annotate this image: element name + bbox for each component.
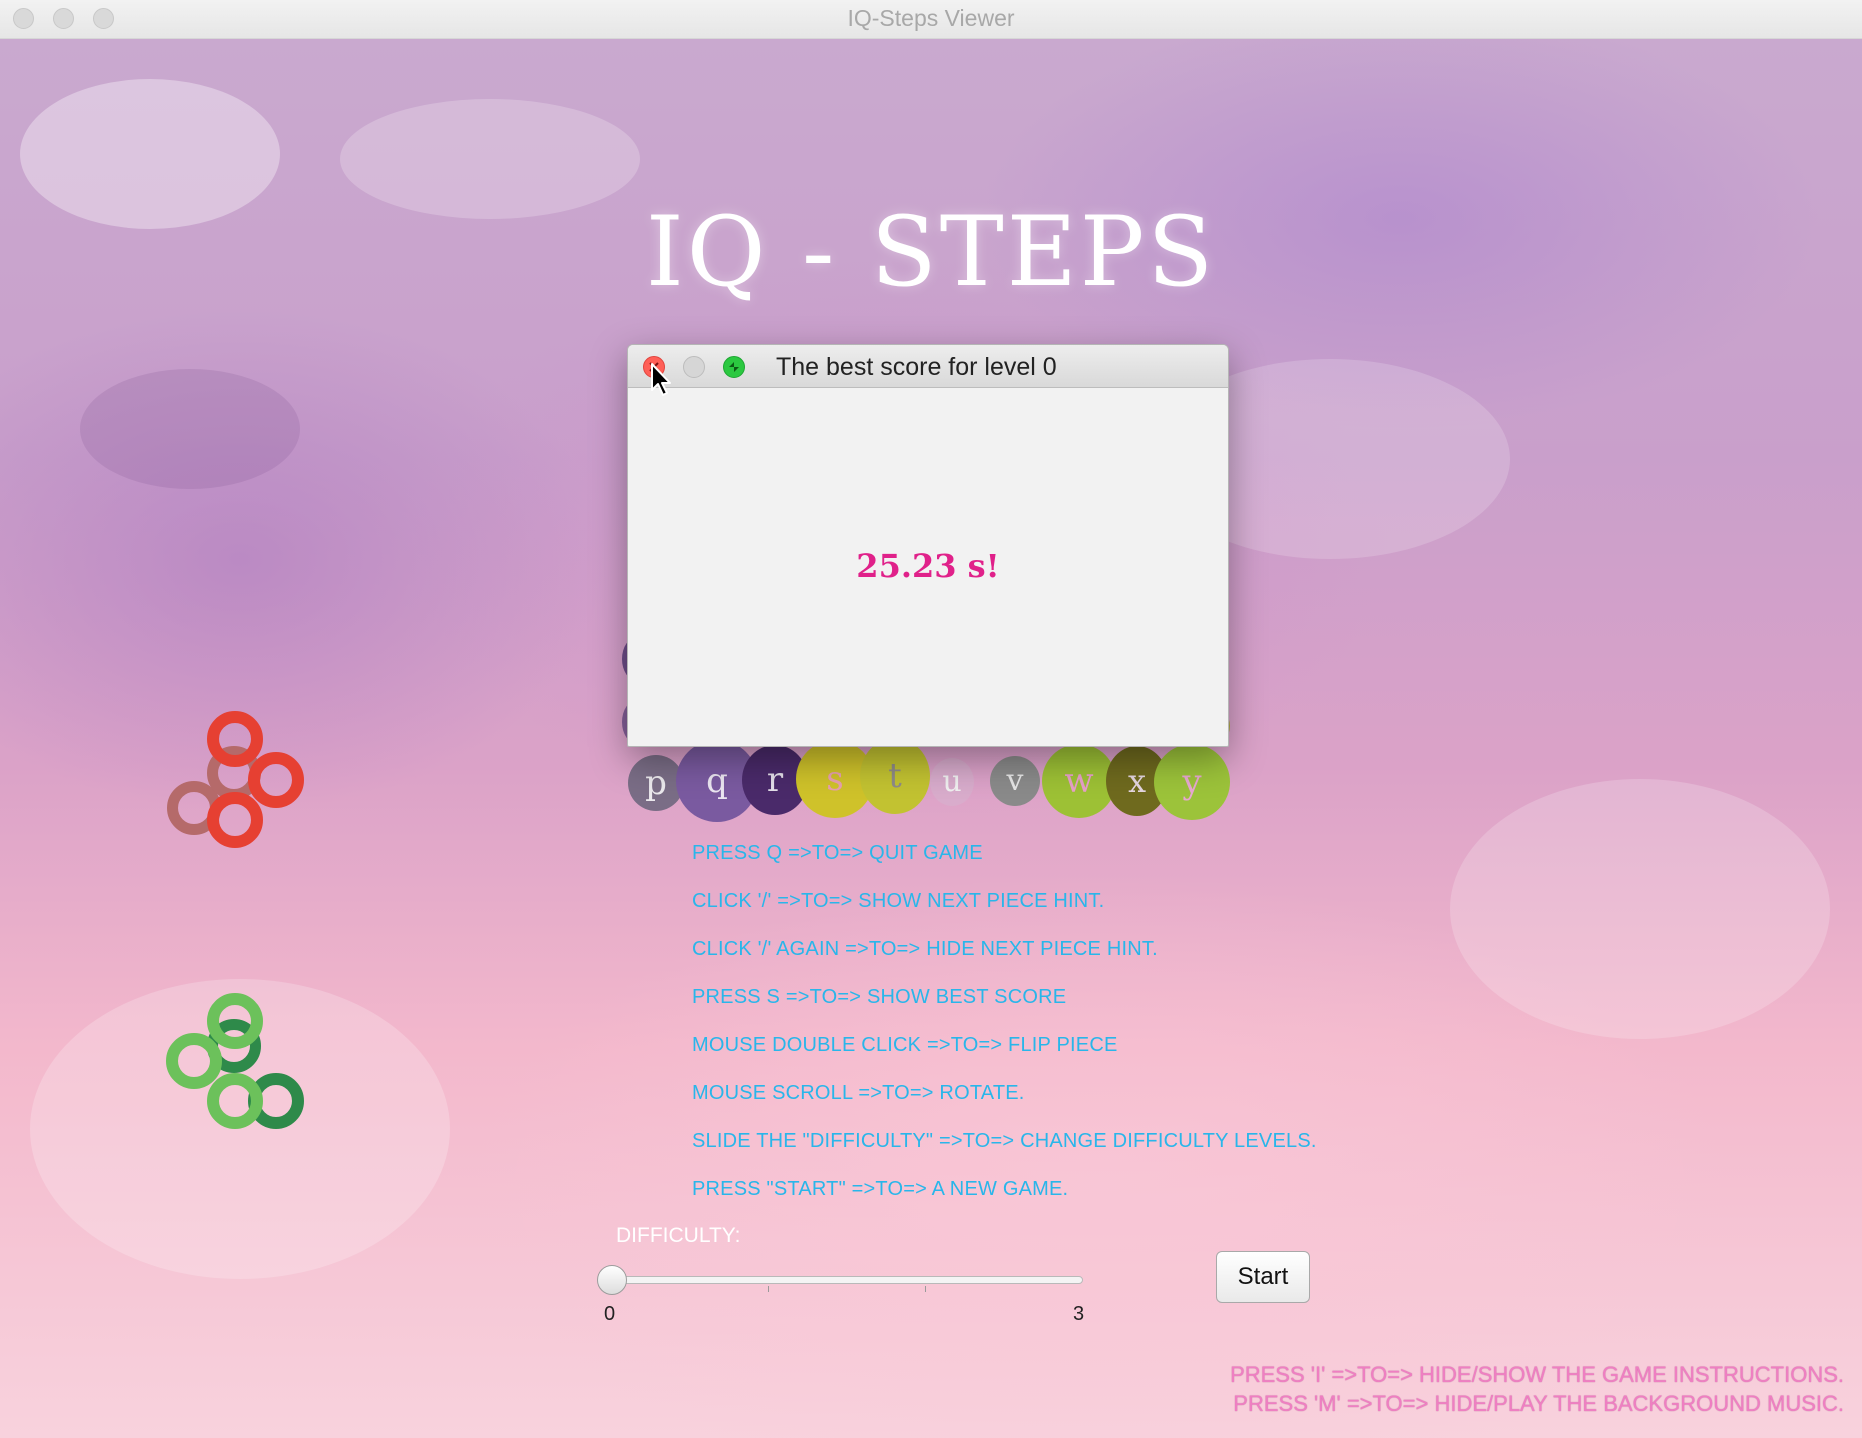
instruction-line: PRESS "START" =>TO=> A NEW GAME. <box>692 1178 1069 1200</box>
dialog-titlebar[interactable]: The best score for level 0 <box>628 345 1228 388</box>
instruction-line: MOUSE SCROLL =>TO=> ROTATE. <box>692 1082 1025 1104</box>
piece-letter-u[interactable]: u <box>930 758 974 806</box>
instructions-panel: PRESS Q =>TO=> QUIT GAME CLICK '/' =>TO=… <box>692 838 1317 1222</box>
piece-letter-v[interactable]: v <box>990 756 1040 806</box>
dialog-title: The best score for level 0 <box>776 353 1057 381</box>
footer-hint-music: PRESS 'M' =>TO=> HIDE/PLAY THE BACKGROUN… <box>1233 1391 1844 1416</box>
window-titlebar: IQ-Steps Viewer <box>0 0 1862 39</box>
fullscreen-icon <box>729 362 739 372</box>
mouse-cursor-icon <box>651 363 671 396</box>
slider-max-label: 3 <box>1073 1303 1085 1325</box>
instruction-line: SLIDE THE "DIFFICULTY" =>TO=> CHANGE DIF… <box>692 1130 1317 1152</box>
piece-ring <box>166 1033 222 1089</box>
slider-tick <box>768 1286 769 1292</box>
background-splash <box>1450 779 1830 1039</box>
piece-ring <box>207 792 263 848</box>
game-title: IQ - STEPS <box>645 196 1217 308</box>
best-score-value: 25.23 s! <box>856 547 1000 585</box>
difficulty-label: DIFFICULTY: <box>616 1224 741 1247</box>
instruction-line: MOUSE DOUBLE CLICK =>TO=> FLIP PIECE <box>692 1034 1118 1056</box>
footer-hints: PRESS 'I' =>TO=> HIDE/SHOW THE GAME INST… <box>1230 1360 1844 1418</box>
dialog-zoom-button[interactable] <box>723 356 745 378</box>
piece-ring <box>207 1073 263 1129</box>
slider-track[interactable] <box>611 1276 1083 1284</box>
instruction-line: PRESS Q =>TO=> QUIT GAME <box>692 842 983 864</box>
piece-ring <box>248 752 304 808</box>
footer-hint-instructions: PRESS 'I' =>TO=> HIDE/SHOW THE GAME INST… <box>1230 1362 1844 1387</box>
best-score-dialog: The best score for level 0 25.23 s! <box>627 344 1229 747</box>
instruction-line: CLICK '/' =>TO=> SHOW NEXT PIECE HINT. <box>692 890 1105 912</box>
piece-letter-t[interactable]: t <box>860 738 930 814</box>
slider-min-label: 0 <box>604 1303 616 1325</box>
difficulty-slider[interactable] <box>597 1265 1083 1308</box>
slider-thumb[interactable] <box>597 1265 627 1295</box>
instruction-line: CLICK '/' AGAIN =>TO=> HIDE NEXT PIECE H… <box>692 938 1158 960</box>
piece-ring <box>207 993 263 1049</box>
piece-letter-y[interactable]: y <box>1154 744 1230 820</box>
piece-letter-w[interactable]: w <box>1042 744 1116 818</box>
dialog-minimize-button[interactable] <box>683 356 705 378</box>
instruction-line: PRESS S =>TO=> SHOW BEST SCORE <box>692 986 1067 1008</box>
piece-ring <box>207 711 263 767</box>
start-button[interactable]: Start <box>1216 1251 1310 1303</box>
slider-tick <box>925 1286 926 1292</box>
window-title: IQ-Steps Viewer <box>847 5 1015 31</box>
background-splash <box>80 369 300 489</box>
